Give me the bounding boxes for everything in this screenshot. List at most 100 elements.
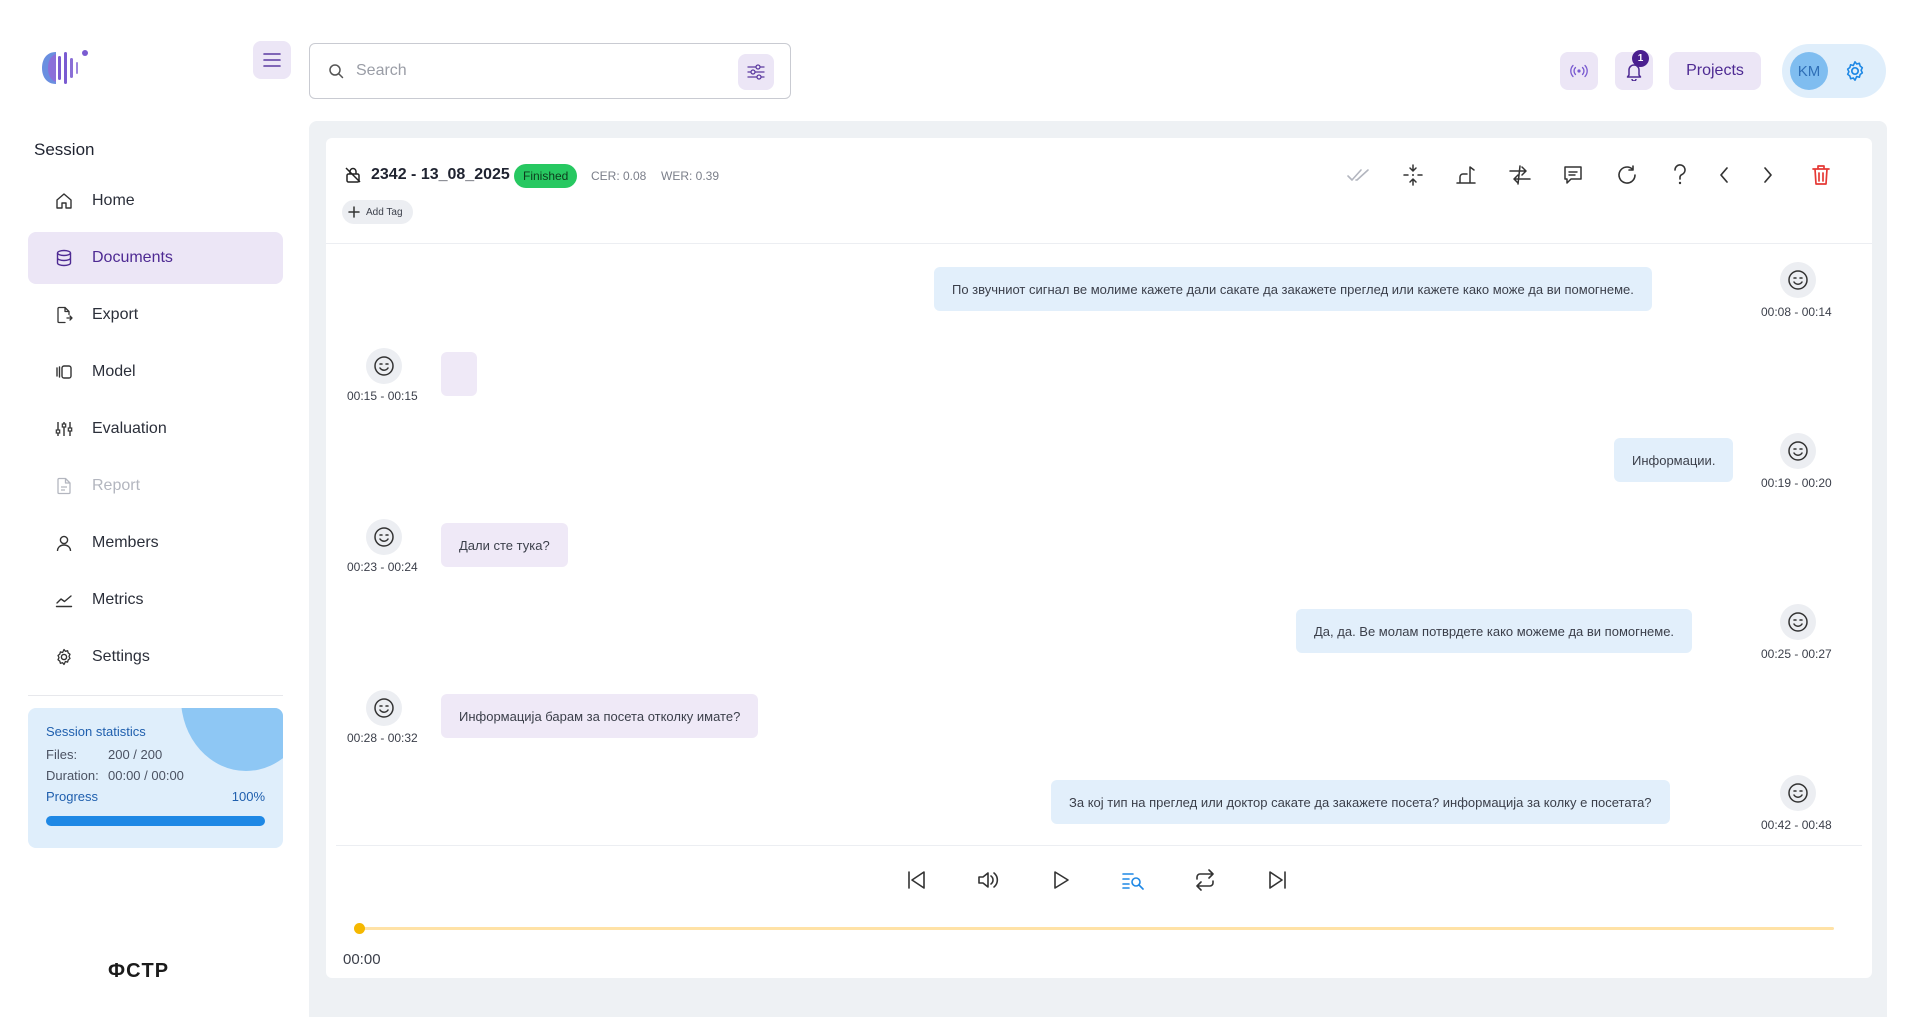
sidebar-item-evaluation[interactable]: Evaluation [28, 403, 283, 455]
notifications-button[interactable]: 1 [1615, 50, 1653, 90]
search-list-icon[interactable] [1115, 862, 1151, 898]
add-tag-button[interactable]: Add Tag [342, 200, 413, 224]
add-tag-label: Add Tag [366, 206, 403, 218]
footer-logo: ФCTP [108, 960, 169, 983]
double-check-icon[interactable] [1342, 158, 1376, 192]
progress-value: 100% [231, 789, 265, 804]
speaker-face-icon[interactable] [1780, 433, 1816, 469]
playback-timeline[interactable] [354, 923, 1834, 934]
speaker-face-icon[interactable] [1780, 604, 1816, 640]
search-box [309, 43, 791, 99]
avatar[interactable]: KM [1790, 52, 1828, 90]
segment-timestamp: 00:25 - 00:27 [1761, 647, 1832, 661]
search-filter-button[interactable] [738, 54, 774, 90]
speaker-face-icon[interactable] [366, 690, 402, 726]
sliders-icon [54, 419, 74, 439]
skip-back-icon[interactable] [899, 862, 935, 898]
segment-text[interactable]: Дали сте тука? [441, 523, 568, 567]
merge-icon[interactable] [1396, 158, 1430, 192]
speaker-face-icon[interactable] [1780, 775, 1816, 811]
sidebar-item-members[interactable]: Members [28, 517, 283, 569]
sidebar: Session Home Documents Export Model Eval… [0, 0, 300, 1017]
segment-text[interactable]: Информации. [1614, 438, 1734, 482]
user-menu: KM [1782, 44, 1886, 98]
stats-progress-row: Progress 100% [46, 789, 265, 804]
sidebar-item-label: Export [92, 306, 139, 323]
document-title: 2342 - 13_08_2025 [371, 166, 510, 183]
speaker-face-icon[interactable] [366, 519, 402, 555]
plus-icon [348, 206, 360, 218]
sidebar-item-export[interactable]: Export [28, 289, 283, 341]
refresh-icon[interactable] [1610, 158, 1644, 192]
comment-icon[interactable] [1556, 158, 1590, 192]
progress-bar-fill [46, 816, 265, 826]
trash-icon[interactable] [1804, 158, 1838, 192]
swap-icon[interactable] [1503, 158, 1537, 192]
volume-icon[interactable] [971, 862, 1007, 898]
model-icon [54, 362, 74, 382]
document-card: 2342 - 13_08_2025 Finished CER: 0.08 WER… [326, 138, 1872, 978]
menu-toggle-button[interactable] [253, 41, 291, 79]
chevron-right-icon[interactable] [1751, 158, 1785, 192]
hamburger-icon [263, 53, 281, 67]
stats-duration-row: Duration: 00:00 / 00:00 [46, 768, 265, 783]
sidebar-item-label: Report [92, 477, 141, 494]
segment-text[interactable]: По звучниот сигнал ве молиме кажете дали… [934, 267, 1652, 311]
section-title: Session [34, 140, 95, 159]
progress-label: Progress [46, 789, 99, 804]
help-icon[interactable] [1663, 158, 1697, 192]
player-divider [336, 845, 1862, 846]
play-icon[interactable] [1043, 862, 1079, 898]
sidebar-item-home[interactable]: Home [28, 175, 283, 227]
projects-button[interactable]: Projects [1669, 52, 1761, 90]
sidebar-item-label: Documents [92, 249, 173, 266]
sidebar-item-label: Metrics [92, 591, 144, 608]
lock-off-icon[interactable] [344, 166, 362, 184]
gear-icon[interactable] [1844, 60, 1866, 82]
transcript-list: По звучниот сигнал ве молиме кажете дали… [326, 245, 1872, 845]
user-icon [54, 533, 74, 553]
sidebar-item-model[interactable]: Model [28, 346, 283, 398]
sidebar-item-label: Settings [92, 648, 150, 665]
segment-text[interactable]: Да, да. Ве молам потврдете како можеме д… [1296, 609, 1693, 653]
segment-text[interactable] [441, 352, 477, 396]
repeat-icon[interactable] [1187, 862, 1223, 898]
sidebar-item-settings[interactable]: Settings [28, 631, 283, 683]
database-icon [54, 248, 74, 268]
segment-timestamp: 00:19 - 00:20 [1761, 476, 1832, 490]
footer-logo-text: ФCTP [108, 960, 170, 982]
chevron-left-icon[interactable] [1707, 158, 1741, 192]
progress-bar [46, 816, 265, 826]
segment-timestamp: 00:15 - 00:15 [347, 389, 418, 403]
segment-timestamp: 00:23 - 00:24 [347, 560, 418, 574]
segment-text[interactable]: За кој тип на преглед или доктор сакате … [1051, 780, 1670, 824]
speaker-face-icon[interactable] [366, 348, 402, 384]
session-statistics-card: Session statistics Files: 200 / 200 Dura… [28, 708, 283, 848]
speaker-icon[interactable] [1449, 158, 1483, 192]
segment-text[interactable]: Информација барам за посета отколку имат… [441, 694, 759, 738]
broadcast-icon [1570, 64, 1588, 78]
live-broadcast-button[interactable] [1560, 52, 1598, 90]
cer-metric: CER: 0.08 [591, 169, 647, 183]
sidebar-nav: Home Documents Export Model Evaluation R… [28, 175, 283, 688]
skip-forward-icon[interactable] [1259, 862, 1295, 898]
status-badge: Finished [514, 164, 578, 188]
speaker-face-icon[interactable] [1780, 262, 1816, 298]
segment-timestamp: 00:28 - 00:32 [347, 731, 418, 745]
sidebar-item-label: Model [92, 363, 136, 380]
segment-timestamp: 00:42 - 00:48 [1761, 818, 1832, 832]
file-export-icon [54, 305, 74, 325]
sidebar-divider [28, 695, 283, 696]
sidebar-item-report[interactable]: Report [28, 460, 283, 512]
duration-label: Duration: [46, 768, 99, 783]
stats-files-row: Files: 200 / 200 [46, 747, 265, 762]
timeline-knob[interactable] [354, 923, 365, 934]
sidebar-item-documents[interactable]: Documents [28, 232, 283, 284]
sidebar-item-metrics[interactable]: Metrics [28, 574, 283, 626]
wer-metric: WER: 0.39 [661, 169, 720, 183]
search-input[interactable] [356, 62, 716, 80]
app-logo[interactable] [40, 48, 92, 88]
segment-timestamp: 00:08 - 00:14 [1761, 305, 1832, 319]
chart-line-icon [54, 590, 74, 610]
current-time: 00:00 [343, 951, 381, 968]
